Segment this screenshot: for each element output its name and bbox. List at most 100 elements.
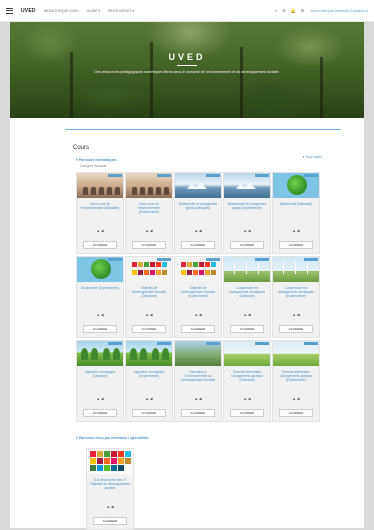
category-subtitle[interactable]: Catégorie suivante bbox=[80, 164, 107, 168]
access-course-button[interactable]: ACCÉDER bbox=[279, 409, 313, 417]
access-course-button[interactable]: ACCÉDER bbox=[230, 409, 264, 417]
category-title-specialities[interactable]: ▾ Parcours liens par mentions / spéciali… bbox=[76, 436, 149, 440]
course-title[interactable]: Biodiversité (Débutant) bbox=[276, 202, 316, 206]
main-content: Cours ▾ Tout replier ▾ Parcours thématiq… bbox=[10, 118, 364, 530]
course-meta-icons: ▲ ◀ bbox=[145, 313, 153, 317]
top-navbar: UVED MEDIATHEQUE UVED GUIDE ▾ RESSOURCES… bbox=[0, 0, 374, 22]
course-title[interactable]: Objectifs de Développement Durable (Expé… bbox=[178, 286, 218, 299]
course-title[interactable]: Ingénierie écologique (Expérimenté) bbox=[129, 370, 169, 378]
course-thumbnail bbox=[77, 257, 123, 282]
access-course-button[interactable]: ACCÉDER bbox=[230, 325, 264, 333]
course-title[interactable]: Sécurité alimentaire Changements globaux… bbox=[227, 370, 267, 383]
category-title-thematic[interactable]: ▾ Parcours thématiques bbox=[76, 158, 117, 162]
course-card[interactable]: Biodiversité et changement global (Expér… bbox=[223, 172, 271, 254]
course-card[interactable]: Avez-vous de l'environnement (Débutant) ▲… bbox=[76, 172, 124, 254]
course-card[interactable]: Avez-vous de l'environnement (Expériment… bbox=[125, 172, 173, 254]
access-course-button[interactable]: ACCÉDER bbox=[132, 325, 166, 333]
section-divider bbox=[65, 129, 341, 130]
access-course-button[interactable]: ACCÉDER bbox=[83, 409, 117, 417]
access-course-button[interactable]: ACCÉDER bbox=[132, 241, 166, 249]
course-card[interactable]: Biodiversité et changement global (Début… bbox=[174, 172, 222, 254]
messages-icon[interactable]: ✉ bbox=[301, 8, 304, 13]
course-ribbon bbox=[206, 258, 220, 261]
course-ribbon bbox=[157, 174, 171, 177]
access-course-button[interactable]: ACCÉDER bbox=[181, 241, 215, 249]
nav-link-guide[interactable]: GUIDE ▾ bbox=[87, 9, 100, 13]
course-meta-icons: ▲ ◀ bbox=[292, 397, 300, 401]
course-title[interactable]: Comprendre les changements climatiques (… bbox=[276, 286, 316, 299]
hamburger-menu-icon[interactable] bbox=[6, 7, 13, 14]
course-title[interactable]: Objectifs de Développement Durable (Débu… bbox=[129, 286, 169, 299]
course-card[interactable]: Sécurité alimentaire Changements globaux… bbox=[223, 340, 271, 422]
course-thumbnail bbox=[77, 173, 123, 198]
course-card[interactable]: Objectifs de Développement Durable (Débu… bbox=[125, 256, 173, 338]
access-course-button[interactable]: ACCÉDER bbox=[83, 241, 117, 249]
course-meta-icons: ▲ ◀ bbox=[145, 397, 153, 401]
course-card[interactable]: Ingénierie écologique (Expérimenté) ▲ ◀ AC… bbox=[125, 340, 173, 422]
course-thumbnail bbox=[126, 341, 172, 366]
course-title[interactable]: Comprendre les changements climatiques (… bbox=[227, 286, 267, 299]
access-course-button[interactable]: ACCÉDER bbox=[181, 409, 215, 417]
course-card[interactable]: Comprendre les changements climatiques (… bbox=[223, 256, 271, 338]
section-title: Cours bbox=[73, 145, 90, 151]
course-title[interactable]: Avez-vous de l'environnement (Débutant) bbox=[80, 202, 120, 210]
course-ribbon bbox=[304, 174, 318, 177]
notification-icon[interactable]: 🔔 bbox=[291, 8, 296, 13]
course-card[interactable]: Biodiversité (Expérimenté) ▲ ◀ ACCÉDER bbox=[76, 256, 124, 338]
course-title[interactable]: Biodiversité et changement global (Début… bbox=[178, 202, 218, 210]
course-ribbon bbox=[157, 258, 171, 261]
course-card[interactable]: Biodiversité (Débutant) ▲ ◀ ACCÉDER bbox=[272, 172, 320, 254]
course-card[interactable]: Objectifs de Développement Durable (Expé… bbox=[174, 256, 222, 338]
hero-title: UVED bbox=[168, 52, 206, 62]
access-course-button[interactable]: ACCÉDER bbox=[93, 517, 127, 525]
course-thumbnail bbox=[126, 173, 172, 198]
course-title[interactable]: Biodiversité (Expérimenté) bbox=[80, 286, 120, 290]
course-meta-icons: ▲ ◀ bbox=[194, 313, 202, 317]
course-title[interactable]: Biodiversité et changement global (Expér… bbox=[227, 202, 267, 210]
course-card[interactable]: À la découverte des 17 Objectifs de déve… bbox=[86, 448, 134, 530]
course-thumbnail bbox=[175, 173, 221, 198]
course-ribbon bbox=[255, 258, 269, 261]
course-thumbnail bbox=[175, 257, 221, 282]
course-ribbon bbox=[108, 174, 122, 177]
course-ribbon bbox=[304, 342, 318, 345]
course-title[interactable]: Avez-vous de l'environnement (Expériment… bbox=[129, 202, 169, 215]
search-icon[interactable]: ⌕ bbox=[275, 8, 277, 13]
course-card[interactable]: Éducation à l'Environnement au Développe… bbox=[174, 340, 222, 422]
course-thumbnail bbox=[77, 341, 123, 366]
single-course-area: À la découverte des 17 Objectifs de déve… bbox=[86, 448, 134, 530]
course-title[interactable]: Ingénierie écologique (Débutant) bbox=[80, 370, 120, 378]
course-thumbnail bbox=[273, 257, 319, 282]
nav-link-ressources[interactable]: RESSOURCES ▾ bbox=[108, 9, 134, 13]
access-course-button[interactable]: ACCÉDER bbox=[279, 325, 313, 333]
access-course-button[interactable]: ACCÉDER bbox=[181, 325, 215, 333]
hero-divider bbox=[177, 65, 197, 66]
course-meta-icons: ▲ ◀ bbox=[292, 229, 300, 233]
login-link[interactable]: Vous n'êtes pas connecté (Connexion) bbox=[310, 9, 368, 13]
course-meta-icons: ▲ ◀ bbox=[145, 229, 153, 233]
course-title[interactable]: À la découverte des 17 Objectifs de déve… bbox=[90, 478, 130, 491]
course-meta-icons: ▲ ◀ bbox=[96, 397, 104, 401]
course-card[interactable]: Comprendre les changements climatiques (… bbox=[272, 256, 320, 338]
course-thumbnail bbox=[273, 173, 319, 198]
course-card[interactable]: Ingénierie écologique (Débutant) ▲ ◀ ACCÉD… bbox=[76, 340, 124, 422]
access-course-button[interactable]: ACCÉDER bbox=[230, 241, 264, 249]
course-ribbon bbox=[304, 258, 318, 261]
course-ribbon bbox=[157, 342, 171, 345]
course-card[interactable]: Sécurité alimentaire Changements globaux… bbox=[272, 340, 320, 422]
site-brand[interactable]: UVED bbox=[21, 8, 36, 14]
course-thumbnail bbox=[126, 257, 172, 282]
access-course-button[interactable]: ACCÉDER bbox=[279, 241, 313, 249]
collapse-all-link[interactable]: ▾ Tout replier bbox=[303, 155, 322, 159]
hero-banner: UVED Des ressources pédagogiques numériq… bbox=[10, 22, 364, 118]
course-thumbnail bbox=[224, 257, 270, 282]
course-title[interactable]: Sécurité alimentaire Changements globaux… bbox=[276, 370, 316, 383]
course-meta-icons: ▲ ◀ bbox=[243, 397, 251, 401]
settings-icon[interactable]: ⚙ bbox=[282, 8, 286, 13]
access-course-button[interactable]: ACCÉDER bbox=[83, 325, 117, 333]
nav-link-mediatheque[interactable]: MEDIATHEQUE UVED bbox=[44, 9, 79, 13]
course-ribbon bbox=[255, 342, 269, 345]
course-thumbnail bbox=[87, 449, 133, 474]
course-title[interactable]: Éducation à l'Environnement au Développe… bbox=[178, 370, 218, 383]
access-course-button[interactable]: ACCÉDER bbox=[132, 409, 166, 417]
